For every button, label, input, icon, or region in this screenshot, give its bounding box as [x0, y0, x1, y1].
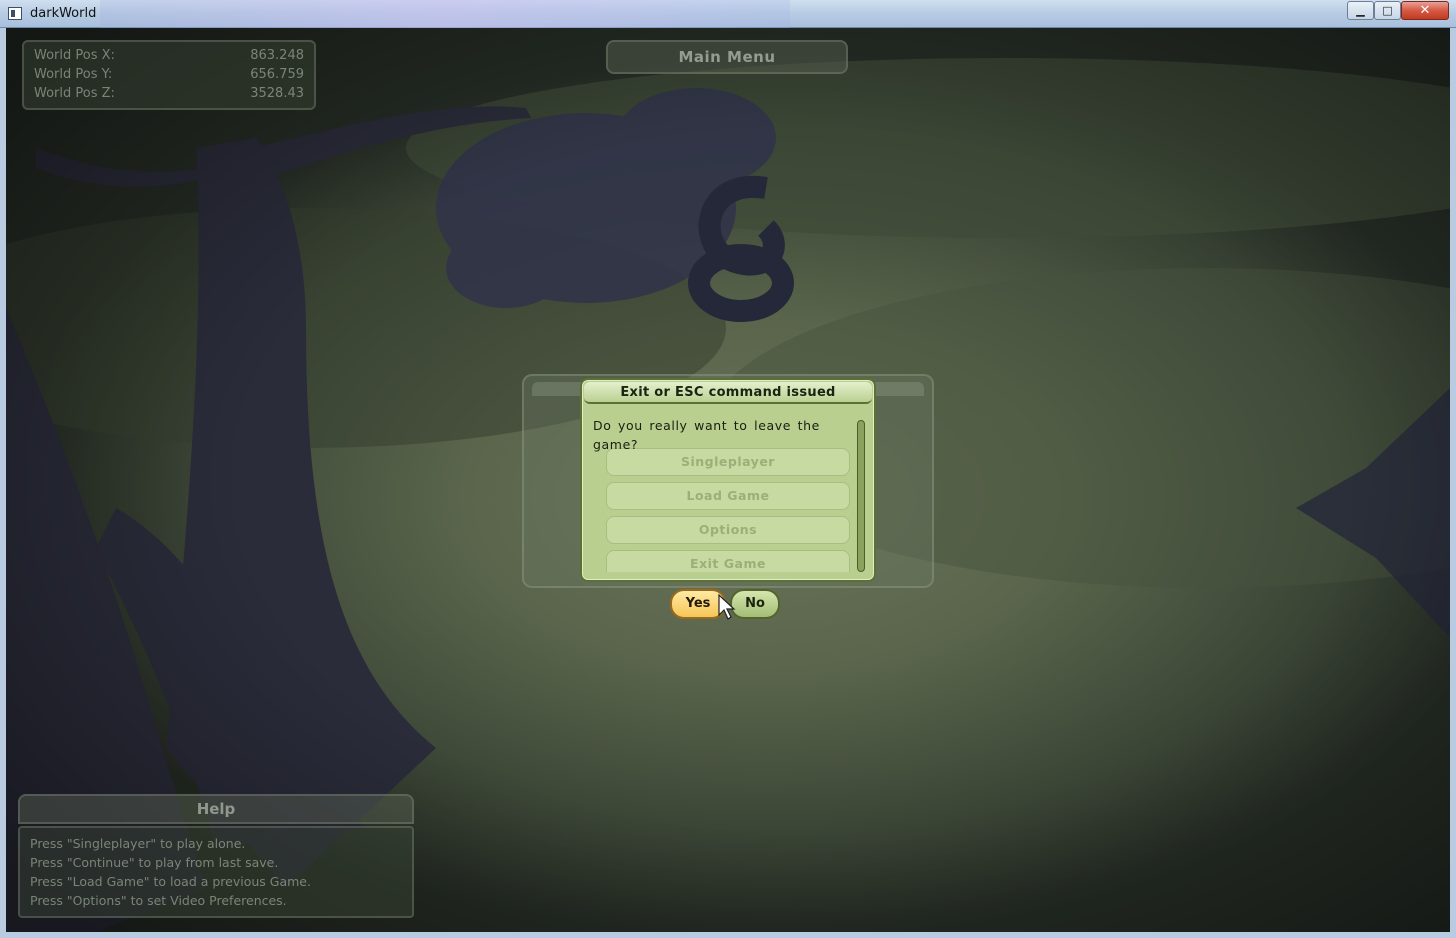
world-pos-y-value: 656.759 [250, 67, 304, 82]
window-title: darkWorld [30, 6, 97, 21]
exit-game-button[interactable]: Exit Game [606, 550, 850, 572]
help-title: Help [18, 794, 414, 824]
world-position-panel: World Pos X: 863.248 World Pos Y: 656.75… [22, 40, 316, 110]
dialog-title: Exit or ESC command issued [584, 382, 872, 404]
load-game-button[interactable]: Load Game [606, 482, 850, 510]
help-line: Press "Load Game" to load a previous Gam… [30, 874, 311, 889]
help-line: Press "Options" to set Video Preferences… [30, 893, 287, 908]
main-menu-frame-tab-right [868, 382, 924, 396]
world-pos-x-row: World Pos X: 863.248 [34, 48, 304, 67]
title-bar-background-strip [100, 0, 790, 28]
world-pos-z-row: World Pos Z: 3528.43 [34, 86, 304, 105]
world-pos-z-value: 3528.43 [250, 86, 304, 101]
options-button[interactable]: Options [606, 516, 850, 544]
window-frame-bottom [0, 932, 1456, 938]
help-panel: Press "Singleplayer" to play alone. Pres… [18, 826, 414, 918]
help-line: Press "Singleplayer" to play alone. [30, 836, 246, 851]
exit-dialog: Singleplayer Load Game Options Exit Game… [580, 378, 876, 582]
dialog-message: Do you really want to leave the game? [593, 418, 820, 452]
dialog-scrollbar[interactable] [857, 420, 865, 572]
world-pos-x-value: 863.248 [250, 48, 304, 63]
world-pos-x-label: World Pos X: [34, 48, 115, 63]
window-frame-right [1450, 28, 1456, 938]
main-menu-tab[interactable]: Main Menu [606, 40, 848, 74]
maximize-button[interactable]: □ [1374, 1, 1401, 20]
help-line: Press "Continue" to play from last save. [30, 855, 279, 870]
title-bar: darkWorld ▁ □ ✕ [0, 0, 1456, 28]
world-pos-y-label: World Pos Y: [34, 67, 113, 82]
world-pos-z-label: World Pos Z: [34, 86, 115, 101]
world-pos-y-row: World Pos Y: 656.759 [34, 67, 304, 86]
minimize-button[interactable]: ▁ [1347, 1, 1374, 20]
cursor-icon [718, 593, 736, 620]
close-button[interactable]: ✕ [1401, 1, 1449, 20]
app-icon[interactable] [8, 7, 22, 20]
game-viewport[interactable]: World Pos X: 863.248 World Pos Y: 656.75… [6, 28, 1450, 932]
dialog-body: Singleplayer Load Game Options Exit Game… [582, 380, 874, 580]
